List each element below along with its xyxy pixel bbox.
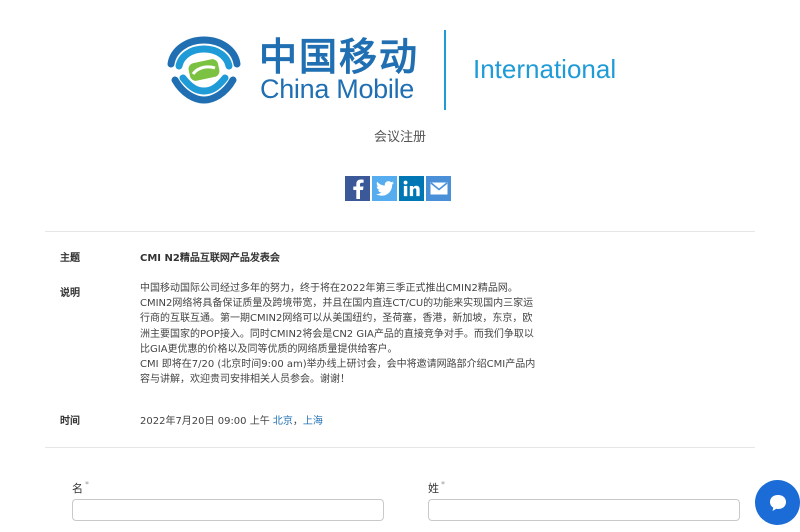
required-mark: * bbox=[441, 480, 445, 489]
brand-division: International bbox=[473, 54, 617, 84]
share-facebook-button[interactable] bbox=[345, 176, 370, 201]
share-email-button[interactable] bbox=[426, 176, 451, 201]
chat-button[interactable] bbox=[755, 480, 800, 525]
description-line: 中国移动国际公司经过多年的努力，终于将在2022年第三季正式推出CMIN2精品网… bbox=[140, 283, 518, 294]
share-bar bbox=[345, 176, 451, 201]
last-name-input[interactable] bbox=[428, 499, 740, 521]
description-line: 容与讲解，欢迎贵司安排相关人员参会。谢谢！ bbox=[140, 374, 350, 386]
brand-logo: 中国移动 China Mobile International bbox=[163, 26, 643, 116]
last-name-label: 姓 * bbox=[428, 480, 445, 496]
share-twitter-button[interactable] bbox=[372, 176, 397, 201]
description-line: 比GIA更优惠的价格以及同等优质的网络质量提供给客户。 bbox=[140, 343, 398, 355]
description-line: CMIN2网络将具备保证质量及跨境带宽，并且在国内直连CT/CU的功能来实现国内… bbox=[140, 298, 534, 310]
timezone-link-shanghai[interactable]: 上海 bbox=[303, 416, 323, 427]
description-line: 洲主要国家的POP接入。同时CMIN2将会是CN2 GIA产品的直接竞争对手。而… bbox=[140, 328, 534, 340]
china-mobile-logo-icon bbox=[167, 36, 241, 104]
description-label: 说明 bbox=[60, 288, 80, 299]
brand-name-cn: 中国移动 bbox=[259, 35, 420, 79]
divider bbox=[45, 231, 755, 232]
divider bbox=[45, 447, 755, 448]
topic-label: 主题 bbox=[60, 253, 80, 264]
brand-name-en: China Mobile bbox=[260, 74, 414, 104]
required-mark: * bbox=[85, 480, 89, 489]
first-name-input[interactable] bbox=[72, 499, 384, 521]
event-topic: CMI N2精品互联网产品发表会 bbox=[140, 253, 280, 264]
timezone-separator: ， bbox=[292, 416, 303, 427]
timezone-link-beijing[interactable]: 北京 bbox=[273, 416, 293, 427]
twitter-icon bbox=[375, 181, 394, 196]
share-linkedin-button[interactable] bbox=[399, 176, 424, 201]
event-description: 中国移动国际公司经过多年的努力，终于将在2022年第三季正式推出CMIN2精品网… bbox=[140, 281, 580, 387]
last-name-label-text: 姓 bbox=[428, 482, 439, 495]
page-title: 会议注册 bbox=[373, 130, 426, 145]
chat-icon bbox=[769, 494, 786, 511]
brand-divider bbox=[444, 30, 446, 110]
description-line: 行商的互联互通。第一期CMIN2网络可以从美国纽约，圣荷塞，香港，新加坡，东京，… bbox=[140, 313, 533, 325]
event-time: 2022年7月20日 09:00 上午 北京，上海 bbox=[140, 412, 323, 427]
event-datetime: 2022年7月20日 09:00 上午 bbox=[140, 416, 270, 427]
first-name-label-text: 名 bbox=[72, 482, 83, 495]
description-line: CMI 即将在7/20 (北京时间9:00 am)举办线上研讨会，会中将邀请网路… bbox=[140, 359, 536, 371]
first-name-label: 名 * bbox=[72, 480, 89, 496]
time-label: 时间 bbox=[60, 416, 80, 427]
facebook-icon bbox=[352, 179, 364, 199]
linkedin-icon bbox=[403, 180, 420, 197]
email-icon bbox=[429, 182, 448, 195]
